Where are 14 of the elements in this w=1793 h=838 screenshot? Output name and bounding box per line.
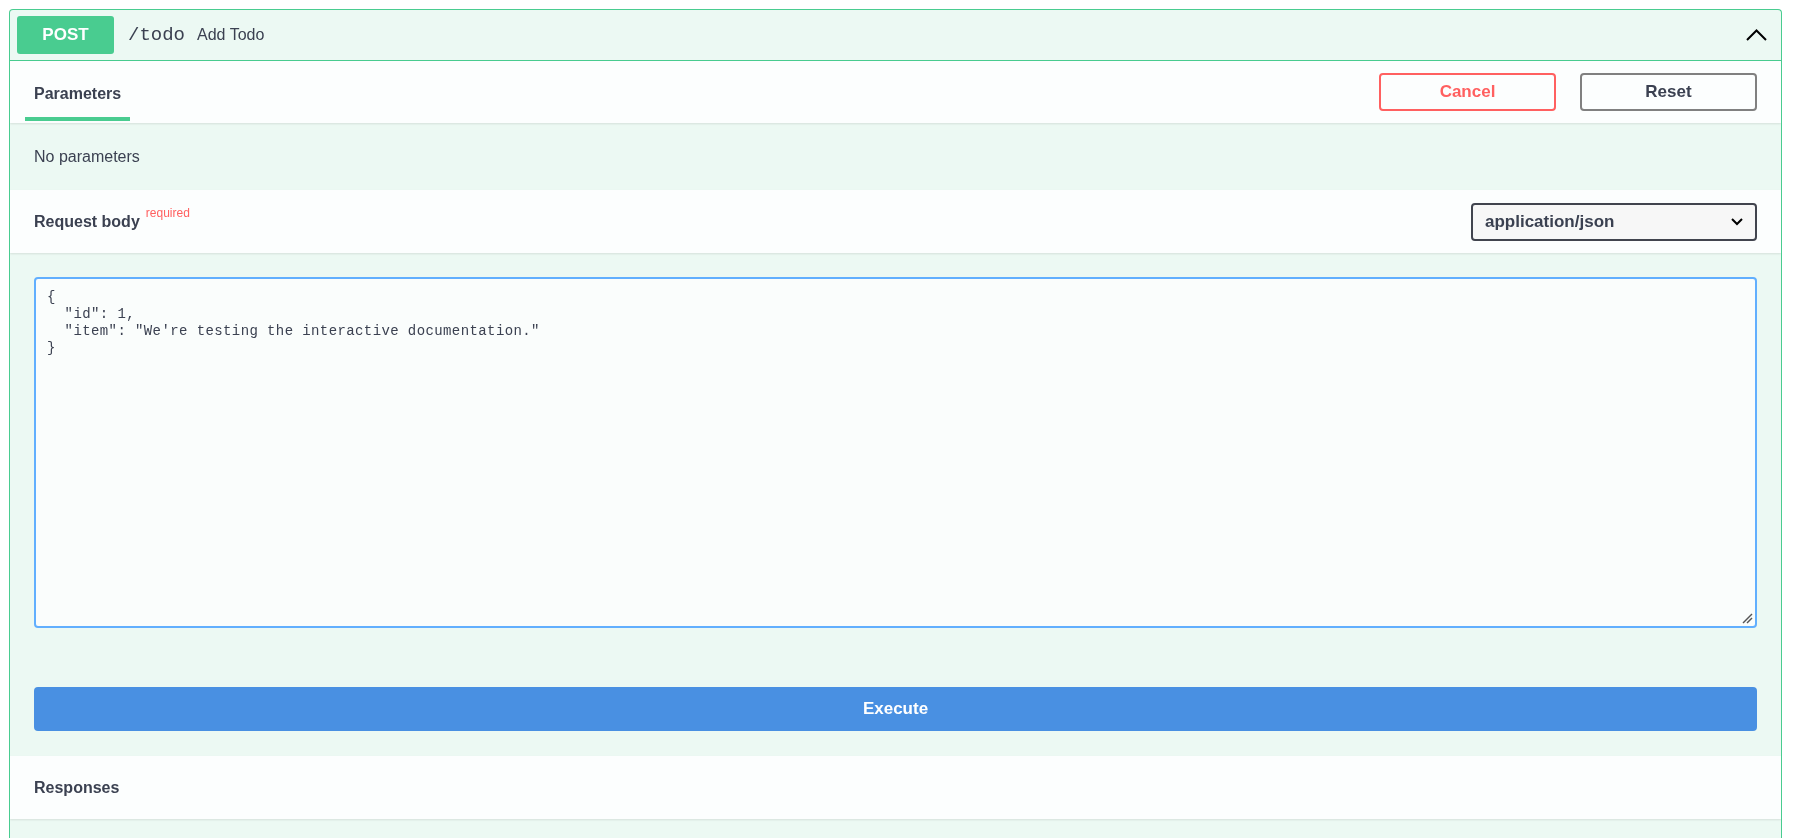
endpoint-path: /todo — [128, 22, 185, 48]
empty-parameters-text: No parameters — [34, 146, 140, 167]
method-badge: POST — [17, 16, 114, 54]
chevron-up-icon[interactable] — [1746, 29, 1767, 41]
required-label: required — [145, 204, 190, 222]
chevron-down-icon — [1731, 217, 1743, 226]
section-title: Responses — [34, 777, 120, 798]
content-type-dropdown[interactable]: application/json — [1471, 202, 1757, 241]
resize-grip-icon[interactable] — [1742, 613, 1753, 624]
endpoint-summary: Add Todo — [197, 25, 265, 45]
section-title: Request body — [34, 211, 140, 232]
request-body-editor[interactable]: { "id": 1, "item": "We're testing the interactive documentation." } — [34, 277, 1757, 628]
tab[interactable]: Parameters — [25, 61, 131, 121]
reset-button[interactable]: Reset — [1580, 73, 1757, 111]
